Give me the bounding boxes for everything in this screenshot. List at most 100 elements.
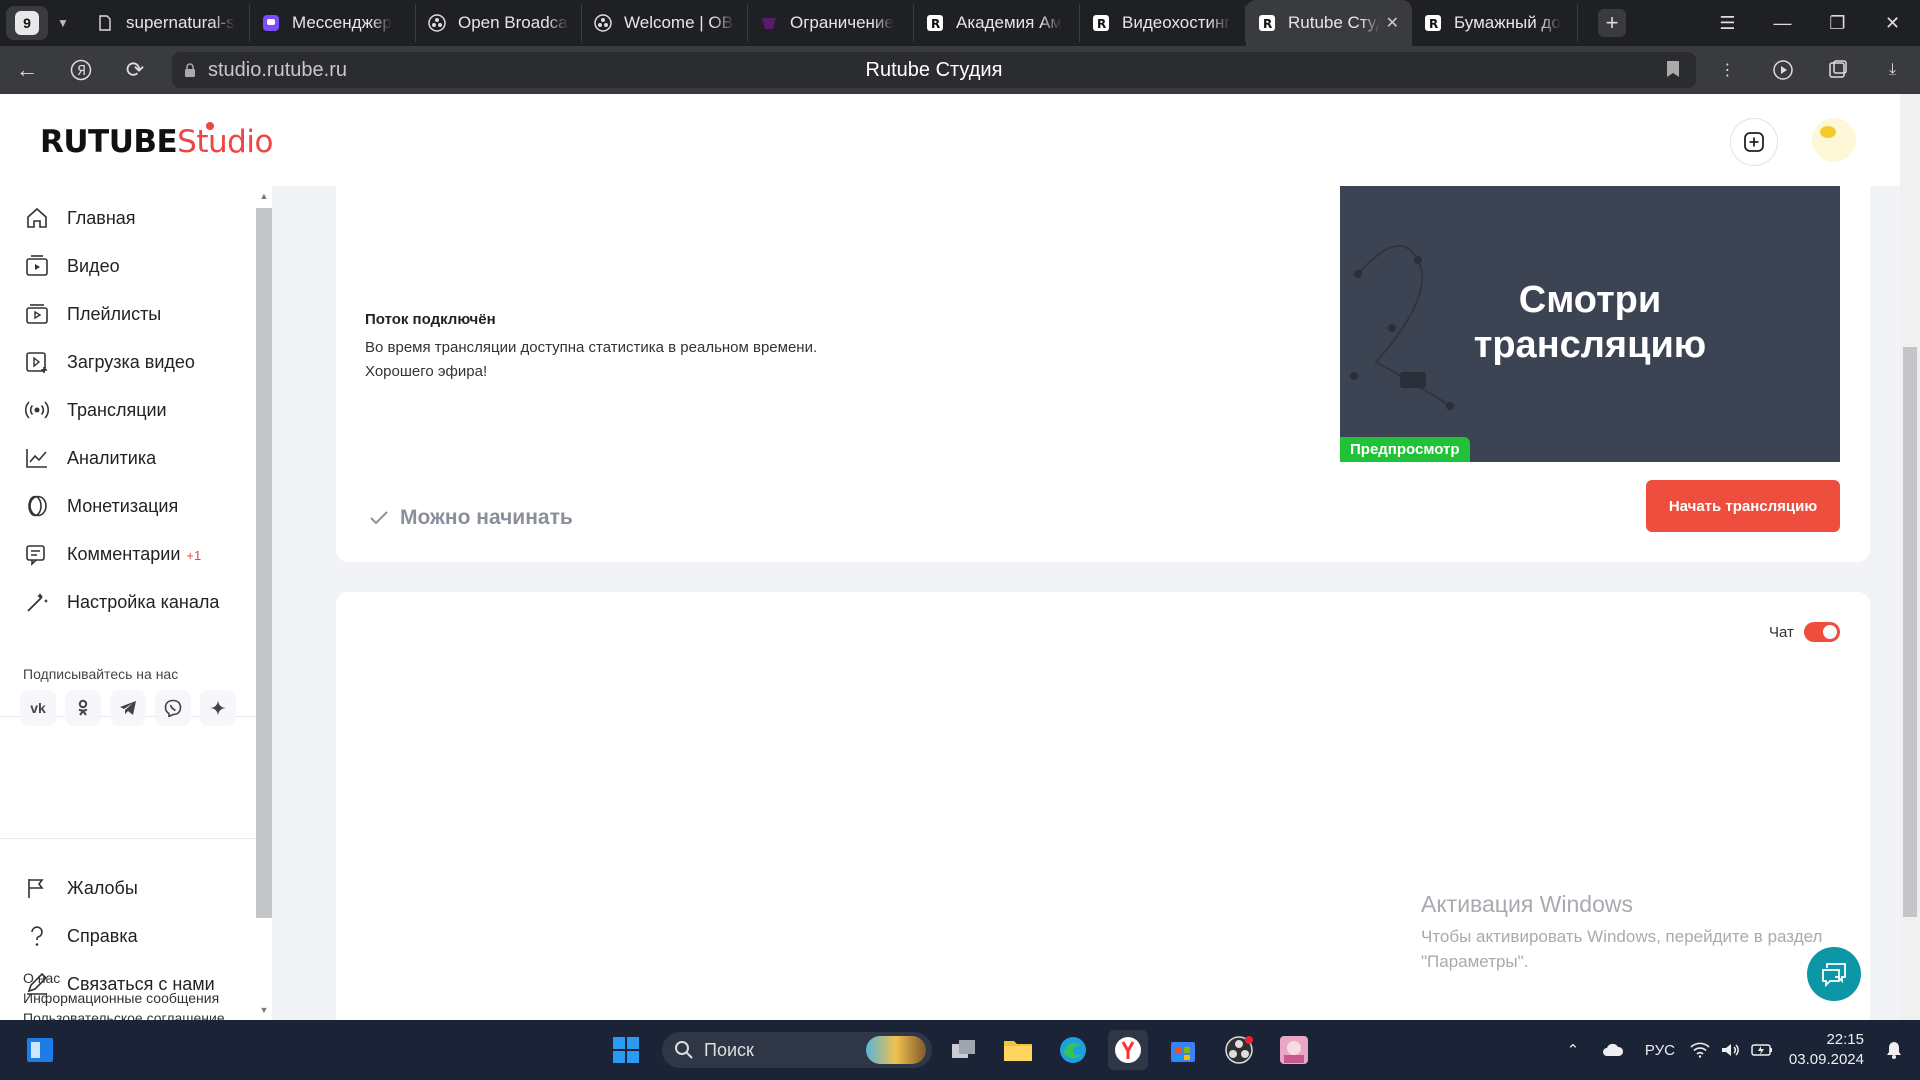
collections-icon[interactable] [1810, 46, 1865, 94]
minimize-icon[interactable]: — [1755, 0, 1810, 46]
close-window-icon[interactable]: ✕ [1865, 0, 1920, 46]
tab-label: Rutube Студ [1288, 13, 1380, 32]
tab-supernatural[interactable]: supernatural-s [84, 4, 250, 42]
vk-icon[interactable]: vk [20, 690, 56, 726]
download-icon[interactable]: ⤓ [1865, 46, 1920, 94]
sidebar-item-channel-settings[interactable]: Настройка канала [0, 578, 256, 626]
tab-rutube-studio[interactable]: R Rutube Студ ✕ [1246, 0, 1412, 46]
sidebar-item-help[interactable]: Справка [0, 912, 256, 960]
tray-expand-icon[interactable]: ⌃ [1555, 1041, 1591, 1059]
svg-text:R: R [931, 17, 940, 31]
address-bar-actions: ⋮ ⤓ [1700, 46, 1920, 94]
onedrive-icon[interactable] [1591, 1043, 1635, 1057]
tab-counter-button[interactable]: 9 [6, 6, 48, 40]
notification-bell-icon[interactable] [1880, 1041, 1908, 1059]
yandex-browser-icon[interactable] [1108, 1030, 1148, 1070]
viber-icon[interactable] [155, 690, 191, 726]
sidebar-item-complaints[interactable]: Жалобы [0, 864, 256, 912]
tabs-dropdown-icon[interactable]: ▼ [48, 6, 78, 40]
edge-icon[interactable] [1053, 1030, 1093, 1070]
url-field[interactable]: studio.rutube.ru Rutube Студия [172, 52, 1696, 88]
sidebar-item-upload[interactable]: Загрузка видео [0, 338, 256, 386]
volume-icon[interactable] [1715, 1042, 1745, 1058]
ok-icon[interactable] [65, 690, 101, 726]
taskbar-clock[interactable]: 22:15 03.09.2024 [1789, 1030, 1864, 1070]
sidebar-item-label: Видео [67, 255, 120, 276]
tab-restriction[interactable]: Ограничение [748, 4, 914, 42]
tab-paper-doc[interactable]: R Бумажный до [1412, 4, 1578, 42]
add-icon [1744, 132, 1764, 152]
browser-tab-bar: 9 ▼ supernatural-s Мессенджер Open Broad… [0, 0, 1920, 46]
user-agreement-link[interactable]: Пользовательское соглашение [23, 1008, 225, 1020]
yandex-icon[interactable]: Я [54, 46, 108, 94]
taskbar-search[interactable]: Поиск [662, 1032, 932, 1068]
back-icon[interactable]: ← [0, 46, 54, 94]
close-tab-icon[interactable]: ✕ [1386, 13, 1399, 33]
avatar[interactable] [1812, 118, 1856, 162]
more-icon[interactable]: ⋮ [1700, 46, 1755, 94]
sidebar-item-video[interactable]: Видео [0, 242, 256, 290]
create-button[interactable] [1730, 118, 1778, 166]
bookmark-icon[interactable] [1666, 60, 1680, 83]
tab-open-broadcaster[interactable]: Open Broadcas [416, 4, 582, 42]
search-highlight-image [866, 1036, 926, 1064]
sidebar-item-analytics[interactable]: Аналитика [0, 434, 256, 482]
widgets-icon[interactable] [20, 1030, 60, 1070]
help-icon [31, 926, 43, 946]
file-explorer-icon[interactable] [998, 1030, 1038, 1070]
stream-card: Поток подключён Во время трансляции дост… [336, 186, 1870, 562]
page-scroll-thumb[interactable] [1903, 347, 1917, 917]
tab-academy[interactable]: R Академия Ам [914, 4, 1080, 42]
info-messages-link[interactable]: Информационные сообщения [23, 988, 225, 1008]
tab-strip: supernatural-s Мессенджер Open Broadcas … [84, 0, 1626, 46]
reload-icon[interactable]: ⟳ [108, 46, 162, 94]
sidebar-item-broadcasts[interactable]: Трансляции [0, 386, 256, 434]
sidebar-divider [0, 838, 256, 839]
tab-label: Ограничение [790, 13, 894, 32]
sidebar-item-comments[interactable]: Комментарии +1 [0, 530, 256, 578]
tab-label: Мессенджер [292, 13, 392, 32]
tab-welcome-obs[interactable]: Welcome | OBS [582, 4, 748, 42]
tab-label: supernatural-s [126, 13, 235, 32]
zen-icon[interactable] [200, 690, 236, 726]
sidebar-item-label: Аналитика [67, 447, 157, 468]
follow-us-title: Подписывайтесь на нас [23, 666, 179, 682]
chat-bubble-icon [1822, 963, 1846, 987]
scroll-up-icon[interactable]: ▲ [256, 188, 272, 204]
battery-icon[interactable] [1745, 1043, 1779, 1057]
stream-preview[interactable]: Смотри трансляцию Предпросмотр [1340, 186, 1840, 462]
home-icon [27, 207, 47, 228]
search-placeholder: Поиск [704, 1039, 754, 1060]
clock-time: 22:15 [1826, 1031, 1864, 1048]
sidebar-scroll-thumb[interactable] [256, 208, 272, 918]
support-chat-button[interactable] [1807, 947, 1861, 1001]
new-tab-button[interactable]: + [1598, 9, 1626, 37]
tab-messenger[interactable]: Мессенджер [250, 4, 416, 42]
sidebar-item-home[interactable]: Главная [0, 194, 256, 242]
task-view-icon[interactable] [944, 1030, 984, 1070]
svg-text:Я: Я [77, 64, 86, 79]
obs-studio-icon[interactable] [1219, 1030, 1259, 1070]
scroll-down-icon[interactable]: ▼ [256, 1002, 272, 1018]
language-indicator[interactable]: РУС [1635, 1042, 1685, 1059]
sidebar-item-playlists[interactable]: Плейлисты [0, 290, 256, 338]
browser-menu-icon[interactable]: ☰ [1700, 0, 1755, 46]
start-icon[interactable] [606, 1030, 646, 1070]
sidebar-item-monetization[interactable]: Монетизация [0, 482, 256, 530]
ready-indicator: Можно начинать [370, 506, 573, 530]
start-stream-button[interactable]: Начать трансляцию [1646, 480, 1840, 532]
restore-icon[interactable]: ❐ [1810, 0, 1865, 46]
media-icon[interactable] [1755, 46, 1810, 94]
svg-text:R: R [1429, 17, 1438, 31]
telegram-icon[interactable] [110, 690, 146, 726]
tab-videohosting[interactable]: R Видеохостинг [1080, 4, 1246, 42]
messenger-icon [262, 14, 280, 32]
app-avatar-icon[interactable] [1274, 1030, 1314, 1070]
tab-count: 9 [15, 11, 39, 35]
chat-toggle[interactable] [1804, 622, 1840, 642]
microsoft-store-icon[interactable] [1163, 1030, 1203, 1070]
sidebar-item-label: Справка [67, 925, 138, 946]
rutube-studio-logo[interactable]: RUTUBEStudio [40, 122, 273, 160]
about-link[interactable]: О нас [23, 968, 225, 988]
wifi-icon[interactable] [1685, 1042, 1715, 1058]
